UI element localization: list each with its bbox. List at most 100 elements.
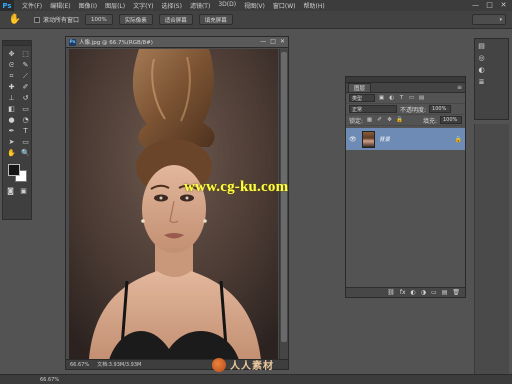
layer-name[interactable]: 背景 [379,135,451,143]
collapsed-panel-dock: ▤ ◎ ◐ ≣ [474,38,509,120]
marquee-tool-icon[interactable]: ⬚ [19,49,32,59]
blur-tool-icon[interactable]: ● [5,115,18,125]
hand-tool-icon[interactable]: ✋ [5,148,18,158]
filter-pixel-icon[interactable]: ▣ [378,95,385,102]
menu-image[interactable]: 图像(I) [79,1,97,10]
screen-mode-icon[interactable]: ▣ [17,186,30,196]
filter-adjustment-icon[interactable]: ◐ [388,95,395,102]
eraser-tool-icon[interactable]: ◧ [5,104,18,114]
move-tool-icon[interactable]: ✥ [5,49,18,59]
filter-shape-icon[interactable]: ▭ [408,95,415,102]
layer-filter-row: 类型 ▣ ◐ T ▭ ▤ [346,93,465,104]
delete-layer-icon[interactable]: 🗑 [452,289,460,296]
clone-stamp-tool-icon[interactable]: ⊥ [5,93,18,103]
fill-input[interactable]: 100% [440,116,462,124]
window-controls: — □ ✕ [470,1,509,10]
lock-transparent-icon[interactable]: ▦ [366,117,373,124]
document-close-button[interactable]: ✕ [280,38,285,45]
adjustment-layer-icon[interactable]: ◑ [421,289,426,296]
dock-item-adjustments[interactable]: ◐ [477,66,486,74]
maximize-button[interactable]: □ [484,1,495,10]
document-vertical-scrollbar[interactable] [279,49,288,360]
crop-tool-icon[interactable]: ⌗ [5,71,18,81]
dock-item-properties[interactable]: ≣ [477,78,486,86]
type-tool-icon[interactable]: T [19,126,32,136]
document-zoom-level[interactable]: 66.67% [70,362,89,368]
blend-opacity-row: 正常 不透明度: 100% [346,104,465,115]
lock-label: 锁定: [349,117,364,125]
image-canvas[interactable] [69,49,278,360]
path-select-tool-icon[interactable]: ➤ [5,137,18,147]
scroll-all-checkbox[interactable] [34,16,40,23]
document-window: Ps 人像.jpg @ 66.7%(RGB/8#) — □ ✕ 66.67% 文… [65,36,289,370]
layer-lock-icon: 🔒 [454,135,462,143]
document-scroll-thumb[interactable] [281,52,287,342]
menu-3d[interactable]: 3D(D) [218,1,236,10]
fill-screen-button[interactable]: 填充屏幕 [198,14,233,25]
document-minimize-button[interactable]: — [260,38,266,45]
menu-type[interactable]: 文字(Y) [133,1,153,10]
menu-select[interactable]: 选择(S) [161,1,182,10]
new-layer-icon[interactable]: ▤ [442,289,448,296]
adjustments-panel-icon[interactable]: ◐ [477,66,486,74]
add-mask-icon[interactable]: ◐ [411,289,416,296]
dodge-tool-icon[interactable]: ◔ [19,115,32,125]
workspace-select[interactable]: ▾ [472,14,506,25]
healing-tool-icon[interactable]: ✚ [5,82,18,92]
properties-panel-icon[interactable]: ≣ [477,78,486,86]
dock-item-navigator[interactable]: ◎ [477,54,486,62]
navigator-panel-icon[interactable]: ◎ [477,54,486,62]
filter-type-icon[interactable]: T [398,95,405,102]
tab-layers[interactable]: 图层 [348,83,372,92]
eyedropper-tool-icon[interactable]: ⟋ [19,71,32,81]
foreground-color-swatch[interactable] [8,164,20,176]
menu-view[interactable]: 视图(V) [244,1,265,10]
panel-menu-icon[interactable]: ≡ [457,84,462,91]
lock-all-icon[interactable]: 🔒 [396,117,403,124]
menu-items: 文件(F) 编辑(E) 图像(I) 图层(L) 文字(Y) 选择(S) 滤镜(T… [22,1,325,10]
fill-label: 填充: [422,117,437,125]
layer-row-background[interactable]: 👁 背景 🔒 [346,128,465,150]
layer-style-icon[interactable]: fx [400,289,406,296]
document-titlebar[interactable]: Ps 人像.jpg @ 66.7%(RGB/8#) — □ ✕ [66,37,288,48]
history-panel-icon[interactable]: ▤ [477,42,486,50]
layer-visibility-eye-icon[interactable]: 👁 [349,136,358,143]
shape-tool-icon[interactable]: ▭ [19,137,32,147]
opacity-input[interactable]: 100% [429,105,452,113]
layers-panel-tabs: 图层 [346,83,465,93]
menu-help[interactable]: 帮助(H) [304,1,325,10]
filter-smart-icon[interactable]: ▤ [418,95,425,102]
new-group-icon[interactable]: ▭ [431,289,437,296]
lock-position-icon[interactable]: ✥ [386,117,393,124]
actual-pixels-button[interactable]: 实际像素 [118,14,153,25]
brush-tool-icon[interactable]: ✐ [19,82,32,92]
menu-window[interactable]: 窗口(W) [273,1,296,10]
dock-item-history[interactable]: ▤ [477,42,486,50]
quick-mask-icon[interactable]: ◙ [4,186,17,196]
quick-select-tool-icon[interactable]: ✎ [19,60,32,70]
close-button[interactable]: ✕ [498,1,509,10]
status-zoom[interactable]: 66.67% [40,377,59,383]
menu-layer[interactable]: 图层(L) [105,1,125,10]
zoom-100-button[interactable]: 100% [85,14,113,25]
blend-mode-select[interactable]: 正常 [349,105,397,113]
lock-pixels-icon[interactable]: ✐ [376,117,383,124]
menu-file[interactable]: 文件(F) [22,1,42,10]
menu-edit[interactable]: 编辑(E) [50,1,70,10]
right-dock-column [474,124,509,374]
fit-screen-button[interactable]: 适合屏幕 [158,14,193,25]
document-maximize-button[interactable]: □ [270,38,276,45]
hand-tool-preset-icon[interactable]: ✋ [6,13,24,27]
gradient-tool-icon[interactable]: ▭ [19,104,32,114]
document-size-info: 文档:3.93M/3.93M [97,362,142,368]
link-layers-icon[interactable]: ⛓ [387,289,395,296]
photoshop-logo[interactable]: Ps [0,0,14,11]
scroll-all-windows-option[interactable]: 滚动所有窗口 [34,15,79,24]
lasso-tool-icon[interactable]: ᘓ [5,60,18,70]
pen-tool-icon[interactable]: ✒ [5,126,18,136]
menu-filter[interactable]: 滤镜(T) [190,1,210,10]
zoom-tool-icon[interactable]: 🔍 [19,148,32,158]
minimize-button[interactable]: — [470,1,481,10]
layer-filter-select[interactable]: 类型 [349,94,375,102]
history-brush-tool-icon[interactable]: ↺ [19,93,32,103]
